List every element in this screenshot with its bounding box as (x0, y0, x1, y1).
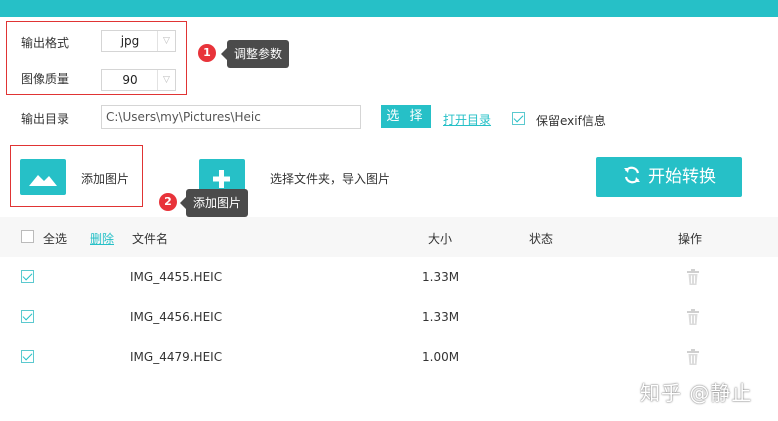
callout-tooltip-2: 添加图片 (179, 189, 249, 217)
column-status: 状态 (529, 232, 554, 246)
choose-dir-button[interactable]: 选 择 (381, 105, 431, 128)
callout-badge-1: 1 (198, 44, 216, 62)
select-all-checkbox[interactable] (21, 230, 34, 243)
chevron-down-icon: ▽ (157, 31, 175, 51)
keep-exif-checkbox[interactable] (512, 112, 525, 125)
quality-select[interactable]: 90 ▽ (101, 69, 176, 91)
trash-icon[interactable] (686, 349, 700, 365)
column-filename: 文件名 (132, 232, 169, 246)
select-all-label: 全选 (43, 232, 68, 246)
format-label: 输出格式 (21, 36, 70, 50)
table-row[interactable]: IMG_4456.HEIC 1.33M (0, 297, 778, 337)
trash-icon[interactable] (686, 309, 700, 325)
row-filename: IMG_4479.HEIC (130, 350, 223, 364)
top-bar (0, 0, 778, 17)
callout-badge-2: 2 (159, 193, 177, 211)
row-size: 1.00M (422, 350, 460, 364)
image-icon[interactable] (20, 159, 66, 195)
table-header (0, 217, 778, 257)
row-size: 1.33M (422, 270, 460, 284)
refresh-icon (624, 166, 640, 184)
quality-value: 90 (122, 73, 138, 87)
keep-exif-label: 保留exif信息 (536, 114, 606, 128)
add-image-button[interactable]: 添加图片 (81, 170, 129, 187)
output-dir-label: 输出目录 (21, 112, 70, 126)
table-row[interactable]: IMG_4479.HEIC 1.00M (0, 337, 778, 377)
column-actions: 操作 (678, 232, 703, 246)
format-value: jpg (120, 34, 140, 48)
row-checkbox[interactable] (21, 270, 34, 283)
column-size: 大小 (428, 232, 453, 246)
start-convert-button[interactable]: 开始转换 (596, 157, 742, 197)
row-filename: IMG_4456.HEIC (130, 310, 223, 324)
start-convert-label: 开始转换 (648, 167, 716, 187)
add-folder-button[interactable]: 选择文件夹，导入图片 (270, 170, 390, 187)
callout-tooltip-1: 调整参数 (220, 40, 290, 68)
format-select[interactable]: jpg ▽ (101, 30, 176, 52)
delete-link[interactable]: 删除 (90, 230, 114, 247)
trash-icon[interactable] (686, 269, 700, 285)
row-size: 1.33M (422, 310, 460, 324)
watermark: 知乎 @静止 (640, 381, 753, 405)
table-row[interactable]: IMG_4455.HEIC 1.33M (0, 257, 778, 297)
chevron-down-icon: ▽ (157, 70, 175, 90)
row-checkbox[interactable] (21, 350, 34, 363)
row-filename: IMG_4455.HEIC (130, 270, 223, 284)
quality-label: 图像质量 (21, 72, 70, 86)
output-dir-input[interactable]: C:\Users\my\Pictures\Heic (101, 105, 361, 129)
row-checkbox[interactable] (21, 310, 34, 323)
open-dir-link[interactable]: 打开目录 (443, 111, 491, 128)
